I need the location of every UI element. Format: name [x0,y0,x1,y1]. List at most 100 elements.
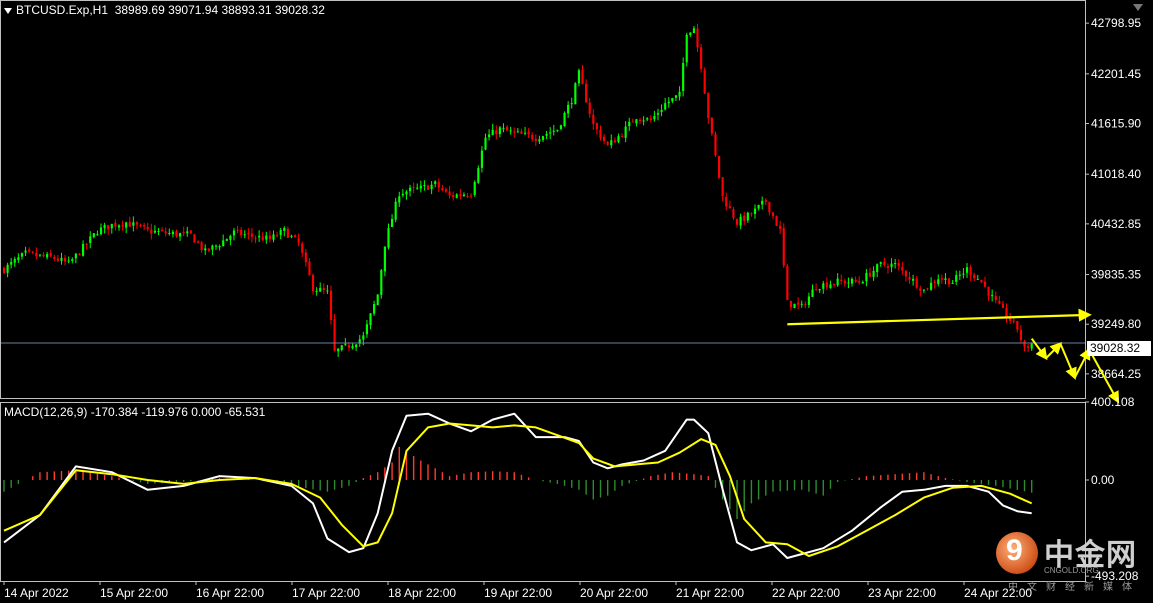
candle [225,238,228,241]
candle [293,235,297,238]
candle [107,225,110,230]
macd-tick-label: 0.00 [1091,473,1115,487]
candle [1012,320,1015,322]
candle [214,245,218,247]
candle [674,95,678,98]
candle [854,279,857,282]
candle [333,318,336,351]
candle [606,142,609,145]
candle [229,236,232,240]
candle [832,284,836,286]
time-tick-label: 17 Apr 22:00 [292,586,360,600]
candle [1023,341,1026,347]
candle [416,187,419,189]
candle [513,131,516,133]
candle [527,131,530,135]
candle [466,195,469,197]
candle [656,113,660,115]
candle [786,265,789,300]
candle [696,28,699,48]
chart-menu-icon[interactable] [1133,4,1143,11]
candle [99,227,103,235]
candle [286,228,289,238]
candle [470,195,473,197]
candle [232,230,236,236]
candle [394,201,397,220]
candle [717,155,721,178]
candle [775,216,778,226]
candle [520,131,523,134]
candle [947,278,951,285]
chevron-down-icon[interactable] [4,7,12,14]
candle [707,93,710,119]
candle [534,139,537,142]
candle [638,119,642,121]
macd-lines [3,412,1033,559]
candle [484,137,487,150]
candle [912,278,915,281]
candle [261,236,264,241]
candle [829,284,832,289]
price-pane-border [0,0,1086,399]
macd-tick-label: 400.108 [1091,395,1135,409]
chart-frame [0,0,1086,582]
chart-canvas[interactable]: 42798.95 42201.45 41615.90 41018.40 40432.85… [0,0,1153,603]
candle [103,225,106,229]
candle [797,302,800,305]
candle [653,115,656,120]
candle [840,279,843,282]
candle [477,168,480,183]
candle [434,181,437,184]
candle [473,181,476,195]
candle [193,234,196,243]
candle [983,281,987,287]
candle [430,184,433,190]
candle [624,126,627,138]
candle [743,215,746,222]
candle [128,221,131,227]
candle [664,103,667,110]
candle [254,237,257,239]
macd-header: MACD(12,26,9) -170.384 -119.976 0.000 -6… [4,405,266,419]
candle [865,272,868,282]
candle [815,289,818,291]
watermark-url: CNGOLD.ORG [1044,566,1099,575]
candle [595,123,598,130]
candle [344,343,347,345]
candle [161,229,164,231]
candle [563,112,566,126]
candle [459,194,462,196]
candle [531,134,534,140]
candle [480,150,483,168]
candle [610,140,613,146]
price-tick-label: 41018.40 [1091,167,1141,181]
candle [150,229,153,234]
candle [901,267,904,271]
candle [549,132,552,134]
candle [125,222,128,228]
candle [994,295,997,301]
candle [858,281,861,283]
candle [929,282,933,290]
candle [976,278,979,280]
candle [523,132,527,134]
candle [405,191,408,195]
candle [171,231,174,235]
candle [962,273,965,275]
candle [132,222,135,226]
candle [779,225,782,229]
candle [110,223,113,229]
candle [495,130,498,135]
candle [200,242,203,251]
candle [951,282,954,284]
candle [876,264,879,273]
candle [182,232,185,234]
candle [700,47,703,69]
candle [437,181,440,188]
candle [117,225,121,228]
candle [847,282,850,284]
candle [825,282,828,288]
candle [28,249,31,252]
candle [53,256,56,259]
candle [311,274,315,292]
